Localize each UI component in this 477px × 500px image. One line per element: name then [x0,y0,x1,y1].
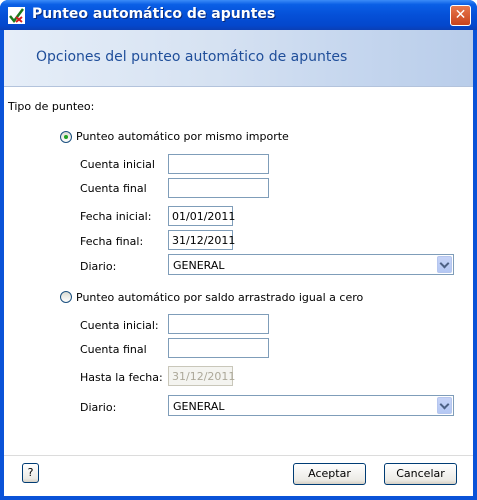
diario-label: Diario: [80,260,117,273]
cuenta-final-input[interactable] [168,178,269,198]
hasta-fecha-input: 31/12/2011 [168,366,235,386]
app-icon [8,7,25,24]
dialog-window: Punteo automático de apuntes ✕ Opciones … [0,0,477,500]
fecha-final-input[interactable]: 31/12/2011 [168,230,235,250]
cuenta-final-2-label: Cuenta final [80,343,147,356]
fecha-final-label: Fecha final: [80,235,144,248]
close-button[interactable]: ✕ [450,5,471,26]
diario-2-select[interactable]: GENERAL [168,395,454,416]
chevron-down-icon[interactable] [437,397,452,414]
cancel-button[interactable]: Cancelar [384,463,457,485]
header-band: Opciones del punteo automático de apunte… [4,30,473,87]
cuenta-inicial-label: Cuenta inicial [80,158,155,171]
radio-saldo-cero[interactable] [60,291,72,303]
cuenta-inicial-2-label: Cuenta inicial: [80,319,159,332]
radio-saldo-cero-label[interactable]: Punteo automático por saldo arrastrado i… [76,291,363,304]
cuenta-inicial-input[interactable] [168,154,269,174]
chevron-down-icon[interactable] [437,256,452,273]
header-title: Opciones del punteo automático de apunte… [36,49,348,65]
cuenta-final-2-input[interactable] [168,338,269,358]
accept-button[interactable]: Aceptar [293,463,366,485]
cuenta-final-label: Cuenta final [80,182,147,195]
radio-mismo-importe[interactable] [60,131,72,143]
hasta-fecha-label: Hasta la fecha: [80,371,163,384]
title-bar[interactable]: Punteo automático de apuntes ✕ [0,0,477,30]
radio-mismo-importe-label[interactable]: Punteo automático por mismo importe [76,130,289,143]
footer-divider [4,455,473,456]
close-icon: ✕ [454,7,467,23]
diario-select[interactable]: GENERAL [168,254,454,275]
diario-2-label: Diario: [80,401,117,414]
diario-2-select-value: GENERAL [173,400,225,413]
cuenta-inicial-2-input[interactable] [168,314,269,334]
help-button[interactable]: ? [22,463,39,483]
window-title: Punteo automático de apuntes [32,6,276,22]
fecha-inicial-input[interactable]: 01/01/2011 [168,206,235,226]
dialog-body: Opciones del punteo automático de apunte… [4,30,473,496]
fecha-inicial-label: Fecha inicial: [80,210,152,223]
diario-select-value: GENERAL [173,259,225,272]
tipo-punteo-label: Tipo de punteo: [8,100,95,113]
